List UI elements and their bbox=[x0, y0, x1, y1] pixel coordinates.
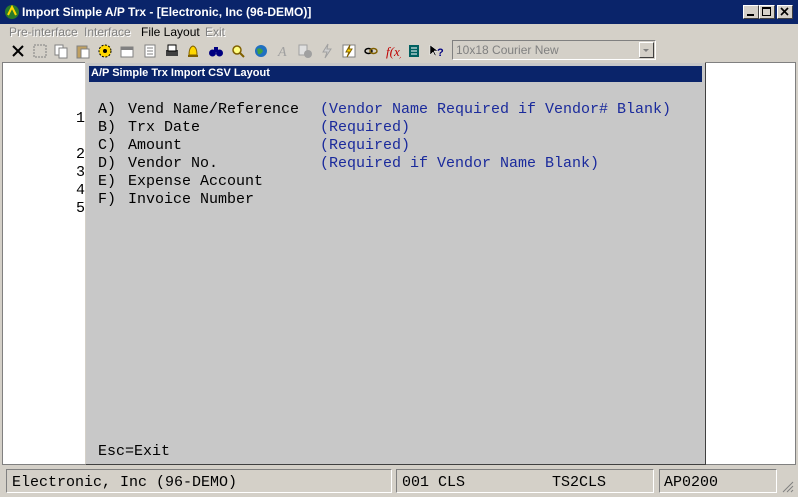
field-row: (Required) bbox=[320, 137, 410, 155]
status-screen: TS2CLS bbox=[552, 474, 607, 491]
svg-text:A: A bbox=[277, 45, 287, 59]
status-code-panel: 001 CLS TS2CLS bbox=[396, 469, 654, 493]
field-note: (Vendor Name Required if Vendor# Blank) bbox=[320, 101, 672, 118]
field-name: Expense Account bbox=[128, 173, 264, 190]
background-line-number: 2 bbox=[76, 146, 86, 163]
resize-grip-icon[interactable] bbox=[782, 481, 794, 493]
field-key: F) bbox=[98, 191, 117, 208]
status-program-panel: AP0200 bbox=[659, 469, 777, 493]
field-name: Trx Date bbox=[128, 119, 201, 136]
menu-file-layout[interactable]: File Layout bbox=[141, 25, 200, 39]
field-row: Invoice Number bbox=[128, 191, 254, 209]
field-key: A) bbox=[98, 101, 117, 118]
background-line-number: 4 bbox=[76, 182, 86, 199]
background-line-number: 1 bbox=[76, 110, 86, 127]
field-note: (Required if Vendor Name Blank) bbox=[320, 155, 600, 172]
svg-text:f(x): f(x) bbox=[386, 44, 401, 59]
dialog-title-bar: A/P Simple Trx Import CSV Layout bbox=[89, 66, 702, 82]
menu-exit: Exit bbox=[205, 25, 226, 39]
field-key: B) bbox=[98, 119, 117, 136]
background-line-number: 5 bbox=[76, 200, 86, 217]
bell-icon[interactable] bbox=[184, 42, 202, 60]
menu-interface: Interface bbox=[84, 25, 131, 39]
background-line-number: 3 bbox=[76, 164, 86, 181]
function-icon[interactable]: f(x) bbox=[384, 42, 402, 60]
csv-layout-dialog: A/P Simple Trx Import CSV Layout A) Vend… bbox=[85, 62, 706, 465]
field-note: (Required) bbox=[320, 137, 411, 154]
field-key: C) bbox=[98, 137, 117, 154]
list-icon[interactable] bbox=[141, 42, 159, 60]
dialog-title: A/P Simple Trx Import CSV Layout bbox=[91, 67, 270, 79]
close-button[interactable] bbox=[777, 5, 793, 19]
status-program: AP0200 bbox=[664, 474, 719, 491]
menu-pre-interface: Pre-interface bbox=[9, 25, 78, 39]
paste-icon[interactable] bbox=[74, 42, 92, 60]
field-row: Expense Account bbox=[128, 173, 263, 191]
select-icon[interactable] bbox=[31, 42, 49, 60]
status-code: 001 CLS bbox=[402, 474, 466, 491]
field-row: E) bbox=[98, 173, 116, 191]
status-bar: Electronic, Inc (96-DEMO) 001 CLS TS2CLS… bbox=[0, 467, 798, 497]
field-name: Vend Name/Reference bbox=[128, 101, 300, 118]
field-key: E) bbox=[98, 173, 117, 190]
field-row: C) bbox=[98, 137, 116, 155]
print-icon[interactable] bbox=[163, 42, 181, 60]
cancel-x-icon[interactable] bbox=[9, 42, 27, 60]
field-row: D) bbox=[98, 155, 116, 173]
chevron-down-icon[interactable] bbox=[639, 42, 654, 58]
field-note: (Required) bbox=[320, 119, 411, 136]
field-name: Amount bbox=[128, 137, 183, 154]
field-row: Vendor No. bbox=[128, 155, 218, 173]
field-name: Vendor No. bbox=[128, 155, 219, 172]
binoculars-icon[interactable] bbox=[207, 42, 225, 60]
merge-icon[interactable] bbox=[296, 42, 314, 60]
esc-exit-hint[interactable]: Esc=Exit bbox=[98, 443, 170, 461]
field-row: A) bbox=[98, 101, 116, 119]
link-icon[interactable] bbox=[362, 42, 380, 60]
field-key: D) bbox=[98, 155, 117, 172]
field-row: F) bbox=[98, 191, 116, 209]
settings-gear-icon[interactable] bbox=[96, 42, 114, 60]
title-bar: Import Simple A/P Trx - [Electronic, Inc… bbox=[0, 0, 798, 24]
field-name: Invoice Number bbox=[128, 191, 255, 208]
field-row: B) bbox=[98, 119, 116, 137]
lightning-doc-icon[interactable] bbox=[340, 42, 358, 60]
field-row: Amount bbox=[128, 137, 182, 155]
menu-bar: Pre-interface Interface File Layout Exit bbox=[0, 24, 798, 41]
field-row: (Required) bbox=[320, 119, 410, 137]
lightning-icon[interactable] bbox=[318, 42, 336, 60]
toolbar: A f(x) ? bbox=[0, 41, 798, 62]
copy-icon[interactable] bbox=[52, 42, 70, 60]
field-row: (Vendor Name Required if Vendor# Blank) bbox=[320, 101, 671, 119]
notes-icon[interactable] bbox=[405, 42, 423, 60]
font-select-value: 10x18 Courier New bbox=[456, 43, 559, 57]
font-a-icon[interactable]: A bbox=[274, 42, 292, 60]
window-title: Import Simple A/P Trx - [Electronic, Inc… bbox=[22, 5, 312, 19]
window-icon[interactable] bbox=[118, 42, 136, 60]
minimize-button[interactable] bbox=[743, 5, 759, 19]
field-row: (Required if Vendor Name Blank) bbox=[320, 155, 599, 173]
maximize-button[interactable] bbox=[759, 5, 775, 19]
field-row: Trx Date bbox=[128, 119, 200, 137]
svg-text:?: ? bbox=[437, 47, 444, 59]
status-company: Electronic, Inc (96-DEMO) bbox=[12, 474, 238, 491]
field-row: Vend Name/Reference bbox=[128, 101, 299, 119]
font-select[interactable]: 10x18 Courier New bbox=[452, 40, 656, 60]
status-company-panel: Electronic, Inc (96-DEMO) bbox=[6, 469, 392, 493]
app-icon[interactable] bbox=[4, 4, 20, 20]
help-pointer-icon[interactable]: ? bbox=[427, 42, 445, 60]
magnifier-icon[interactable] bbox=[229, 42, 247, 60]
globe-icon[interactable] bbox=[252, 42, 270, 60]
